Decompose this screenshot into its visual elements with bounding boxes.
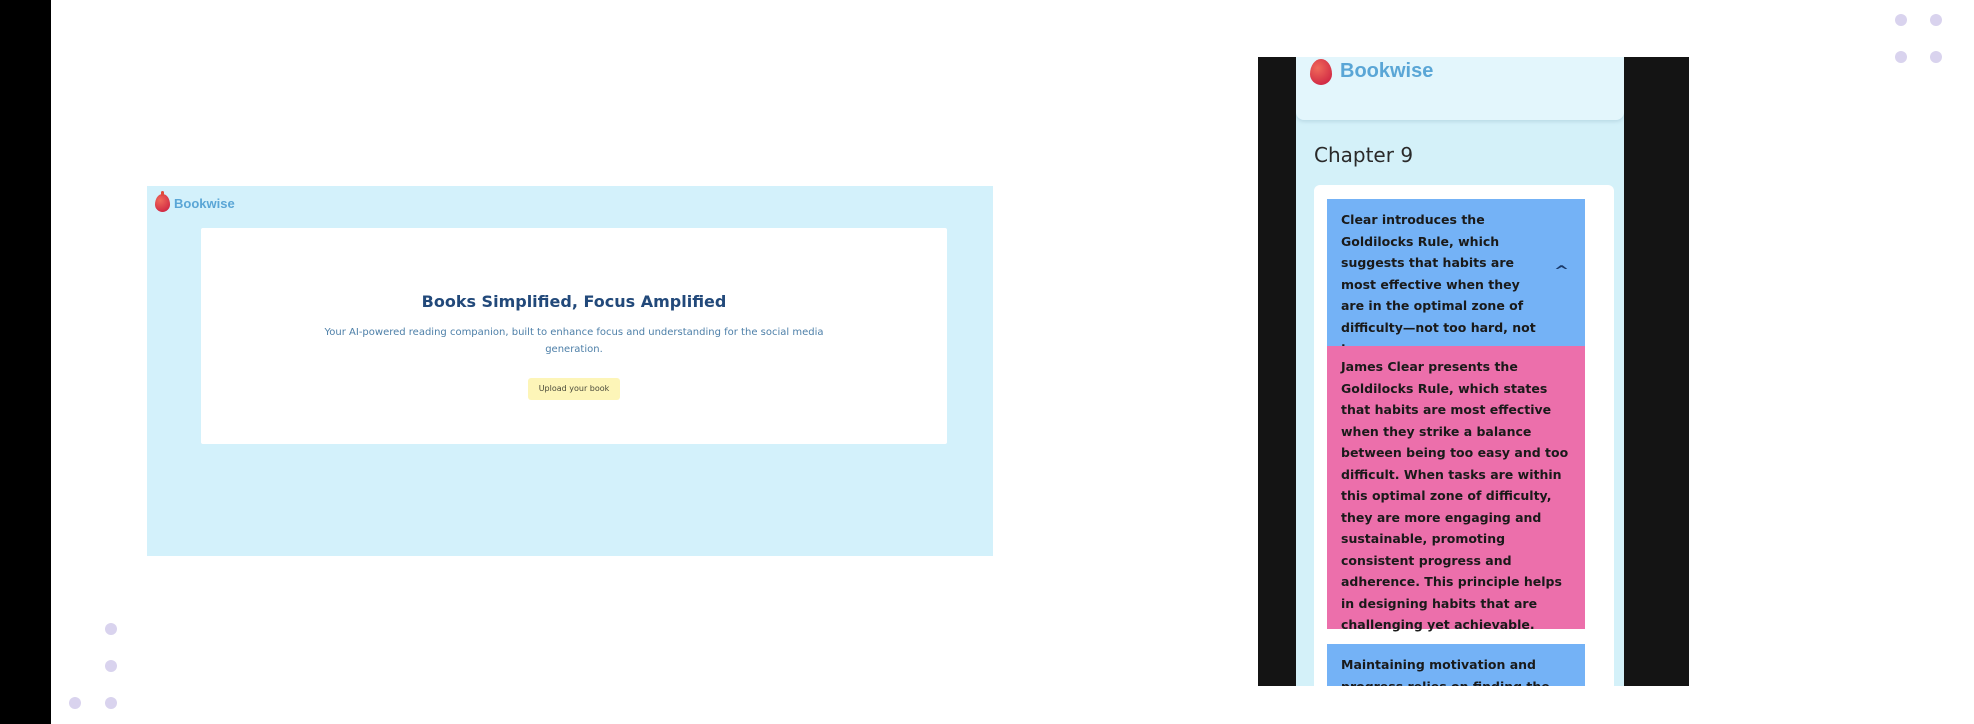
hero-title: Books Simplified, Focus Amplified (421, 292, 727, 311)
chevron-up-icon[interactable]: ^ (1554, 261, 1569, 283)
decorative-dot (105, 697, 117, 709)
pomegranate-logo-icon (1310, 59, 1332, 85)
summary-panel: Clear introduces the Goldilocks Rule, wh… (1314, 185, 1614, 686)
pomegranate-logo-icon (155, 191, 170, 212)
decorative-dot (105, 623, 117, 635)
mobile-app-screenshot: Bookwise Chapter 9 Clear introduces the … (1258, 57, 1689, 686)
hero-card: Books Simplified, Focus Amplified Your A… (201, 228, 947, 444)
summary-card-detail: James Clear presents the Goldilocks Rule… (1327, 346, 1585, 632)
desktop-brand-name: Bookwise (174, 195, 235, 211)
hero-subtitle: Your AI-powered reading companion, built… (324, 327, 824, 355)
upload-book-button[interactable]: Upload your book (528, 378, 620, 400)
decorative-dot (1930, 51, 1942, 63)
desktop-app-screenshot: Bookwise Books Simplified, Focus Amplifi… (147, 186, 993, 556)
summary-card-text: Maintaining motivation and progress reli… (1341, 657, 1550, 686)
mobile-brand-name: Bookwise (1340, 60, 1434, 82)
decorative-dot (1930, 14, 1942, 26)
summary-card[interactable]: Maintaining motivation and progress reli… (1327, 644, 1585, 686)
decorative-dot (1895, 14, 1907, 26)
left-black-bar (0, 0, 51, 724)
decorative-dot (1895, 51, 1907, 63)
summary-card-text: Clear introduces the Goldilocks Rule, wh… (1341, 212, 1536, 356)
mobile-header: Bookwise (1296, 57, 1624, 120)
desktop-brand[interactable]: Bookwise (155, 191, 235, 212)
chapter-title: Chapter 9 (1314, 143, 1414, 167)
summary-detail-text: James Clear presents the Goldilocks Rule… (1341, 359, 1569, 632)
mobile-brand[interactable]: Bookwise (1310, 57, 1433, 85)
decorative-dot (105, 660, 117, 672)
decorative-dot (69, 697, 81, 709)
summary-card-expanded[interactable]: Clear introduces the Goldilocks Rule, wh… (1327, 199, 1585, 356)
slide-canvas: Bookwise Books Simplified, Focus Amplifi… (0, 0, 1974, 724)
mobile-screen: Bookwise Chapter 9 Clear introduces the … (1296, 57, 1624, 686)
